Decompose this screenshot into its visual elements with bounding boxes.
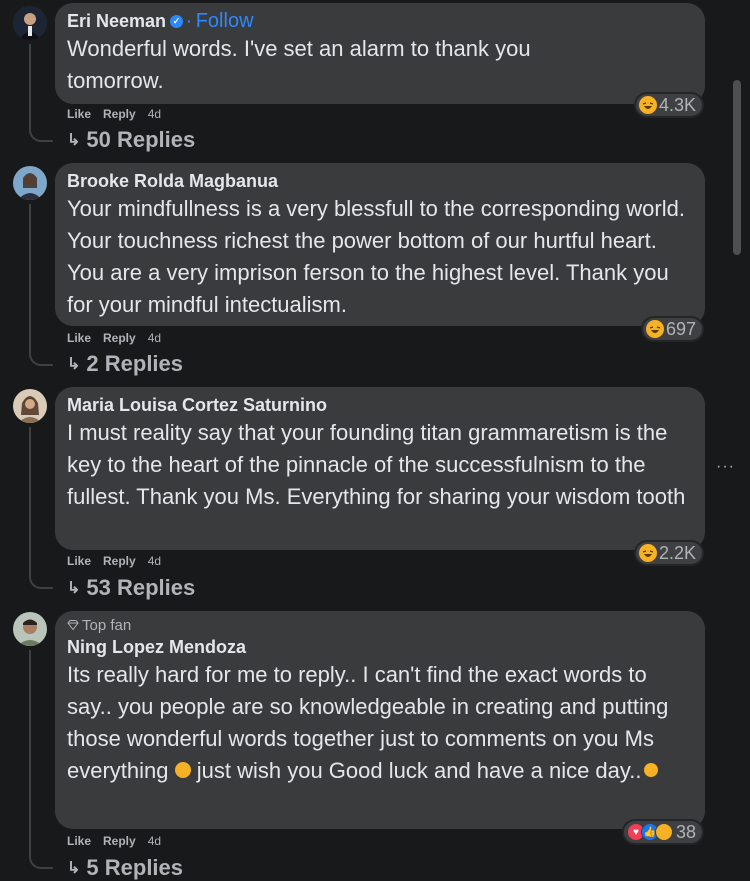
- avatar[interactable]: [13, 6, 47, 40]
- comment-bubble: Eri Neeman ✓ · Follow Wonderful words. I…: [55, 3, 705, 104]
- follow-button[interactable]: Follow: [196, 9, 254, 33]
- smiley-emoji-icon: [643, 763, 658, 778]
- reaction-count: 697: [665, 318, 696, 339]
- reaction-summary[interactable]: 2.2K: [635, 542, 702, 564]
- replies-count: 2 Replies: [86, 351, 184, 376]
- comment-actions: Like Reply 4d: [67, 834, 161, 848]
- timestamp[interactable]: 4d: [148, 107, 161, 121]
- author-name[interactable]: Ning Lopez Mendoza: [67, 635, 246, 659]
- replies-count: 5 Replies: [86, 855, 184, 880]
- diamond-icon: [67, 617, 79, 635]
- reply-arrow-icon: ↳: [67, 132, 81, 149]
- more-options-icon[interactable]: ···: [716, 458, 735, 476]
- reply-arrow-icon: ↳: [67, 356, 81, 373]
- smiley-emoji-icon: [174, 762, 191, 779]
- thread-line: [29, 650, 31, 855]
- view-replies-button[interactable]: ↳ 50 Replies: [67, 127, 195, 153]
- comment-bubble: Brooke Rolda Magbanua Your mindfullness …: [55, 163, 705, 326]
- haha-emoji-icon: [638, 96, 657, 114]
- replies-count: 53 Replies: [86, 575, 196, 600]
- reply-button[interactable]: Reply: [103, 331, 136, 345]
- comment-header: Ning Lopez Mendoza: [67, 635, 693, 659]
- comment-text: Your mindfullness is a very blessfull to…: [67, 196, 685, 317]
- thread-line: [29, 204, 31, 352]
- top-fan-badge: Top fan: [67, 617, 693, 635]
- timestamp[interactable]: 4d: [148, 331, 161, 345]
- reaction-summary[interactable]: 4.3K: [635, 94, 702, 116]
- reply-button[interactable]: Reply: [103, 834, 136, 848]
- comment-header: Maria Louisa Cortez Saturnino: [67, 393, 693, 417]
- avatar[interactable]: [13, 612, 47, 646]
- view-replies-button[interactable]: ↳ 5 Replies: [67, 855, 183, 881]
- comment-actions: Like Reply 4d: [67, 331, 161, 345]
- avatar[interactable]: [13, 166, 47, 200]
- author-name[interactable]: Maria Louisa Cortez Saturnino: [67, 393, 327, 417]
- timestamp[interactable]: 4d: [148, 834, 161, 848]
- reaction-count: 38: [675, 821, 696, 842]
- comment-actions: Like Reply 4d: [67, 554, 161, 568]
- comment-text: Its really hard for me to reply.. I can'…: [67, 659, 691, 787]
- comment-header: Eri Neeman ✓ · Follow: [67, 9, 693, 33]
- thread-connector: [29, 855, 53, 869]
- reply-button[interactable]: Reply: [103, 107, 136, 121]
- thread-connector: [29, 575, 53, 589]
- reply-arrow-icon: ↳: [67, 860, 81, 877]
- comment-text-part2: just wish you Good luck and have a nice …: [190, 758, 642, 783]
- reaction-summary[interactable]: 697: [642, 318, 702, 340]
- view-replies-button[interactable]: ↳ 2 Replies: [67, 351, 183, 377]
- timestamp[interactable]: 4d: [148, 554, 161, 568]
- scrollbar[interactable]: [733, 80, 741, 255]
- comment-header: Brooke Rolda Magbanua: [67, 169, 693, 193]
- thread-connector: [29, 352, 53, 366]
- verified-badge-icon: ✓: [170, 14, 184, 28]
- avatar[interactable]: [13, 389, 47, 423]
- reaction-summary[interactable]: ♥ 👍 38: [623, 821, 702, 843]
- comment-text: I must reality say that your founding ti…: [67, 420, 686, 509]
- thread-line: [29, 44, 31, 128]
- reaction-count: 4.3K: [658, 94, 696, 115]
- haha-emoji-icon: [645, 320, 664, 338]
- care-emoji-icon: [654, 823, 673, 841]
- comment-actions: Like Reply 4d: [67, 107, 161, 121]
- comment-bubble: Top fan Ning Lopez Mendoza Its really ha…: [55, 611, 705, 829]
- author-name[interactable]: Eri Neeman: [67, 9, 166, 33]
- like-button[interactable]: Like: [67, 554, 91, 568]
- replies-count: 50 Replies: [86, 127, 196, 152]
- like-button[interactable]: Like: [67, 834, 91, 848]
- view-replies-button[interactable]: ↳ 53 Replies: [67, 575, 195, 601]
- like-button[interactable]: Like: [67, 107, 91, 121]
- reaction-icons: ♥ 👍: [626, 823, 673, 841]
- like-button[interactable]: Like: [67, 331, 91, 345]
- haha-emoji-icon: [638, 544, 657, 562]
- thread-line: [29, 427, 31, 575]
- reaction-count: 2.2K: [658, 542, 696, 563]
- separator-dot: ·: [187, 13, 192, 29]
- top-fan-label: Top fan: [82, 617, 132, 634]
- author-name[interactable]: Brooke Rolda Magbanua: [67, 169, 278, 193]
- comment-text: Wonderful words. I've set an alarm to th…: [67, 36, 531, 93]
- comment-bubble: Maria Louisa Cortez Saturnino I must rea…: [55, 387, 705, 550]
- thread-connector: [29, 128, 53, 142]
- reply-button[interactable]: Reply: [103, 554, 136, 568]
- reply-arrow-icon: ↳: [67, 580, 81, 597]
